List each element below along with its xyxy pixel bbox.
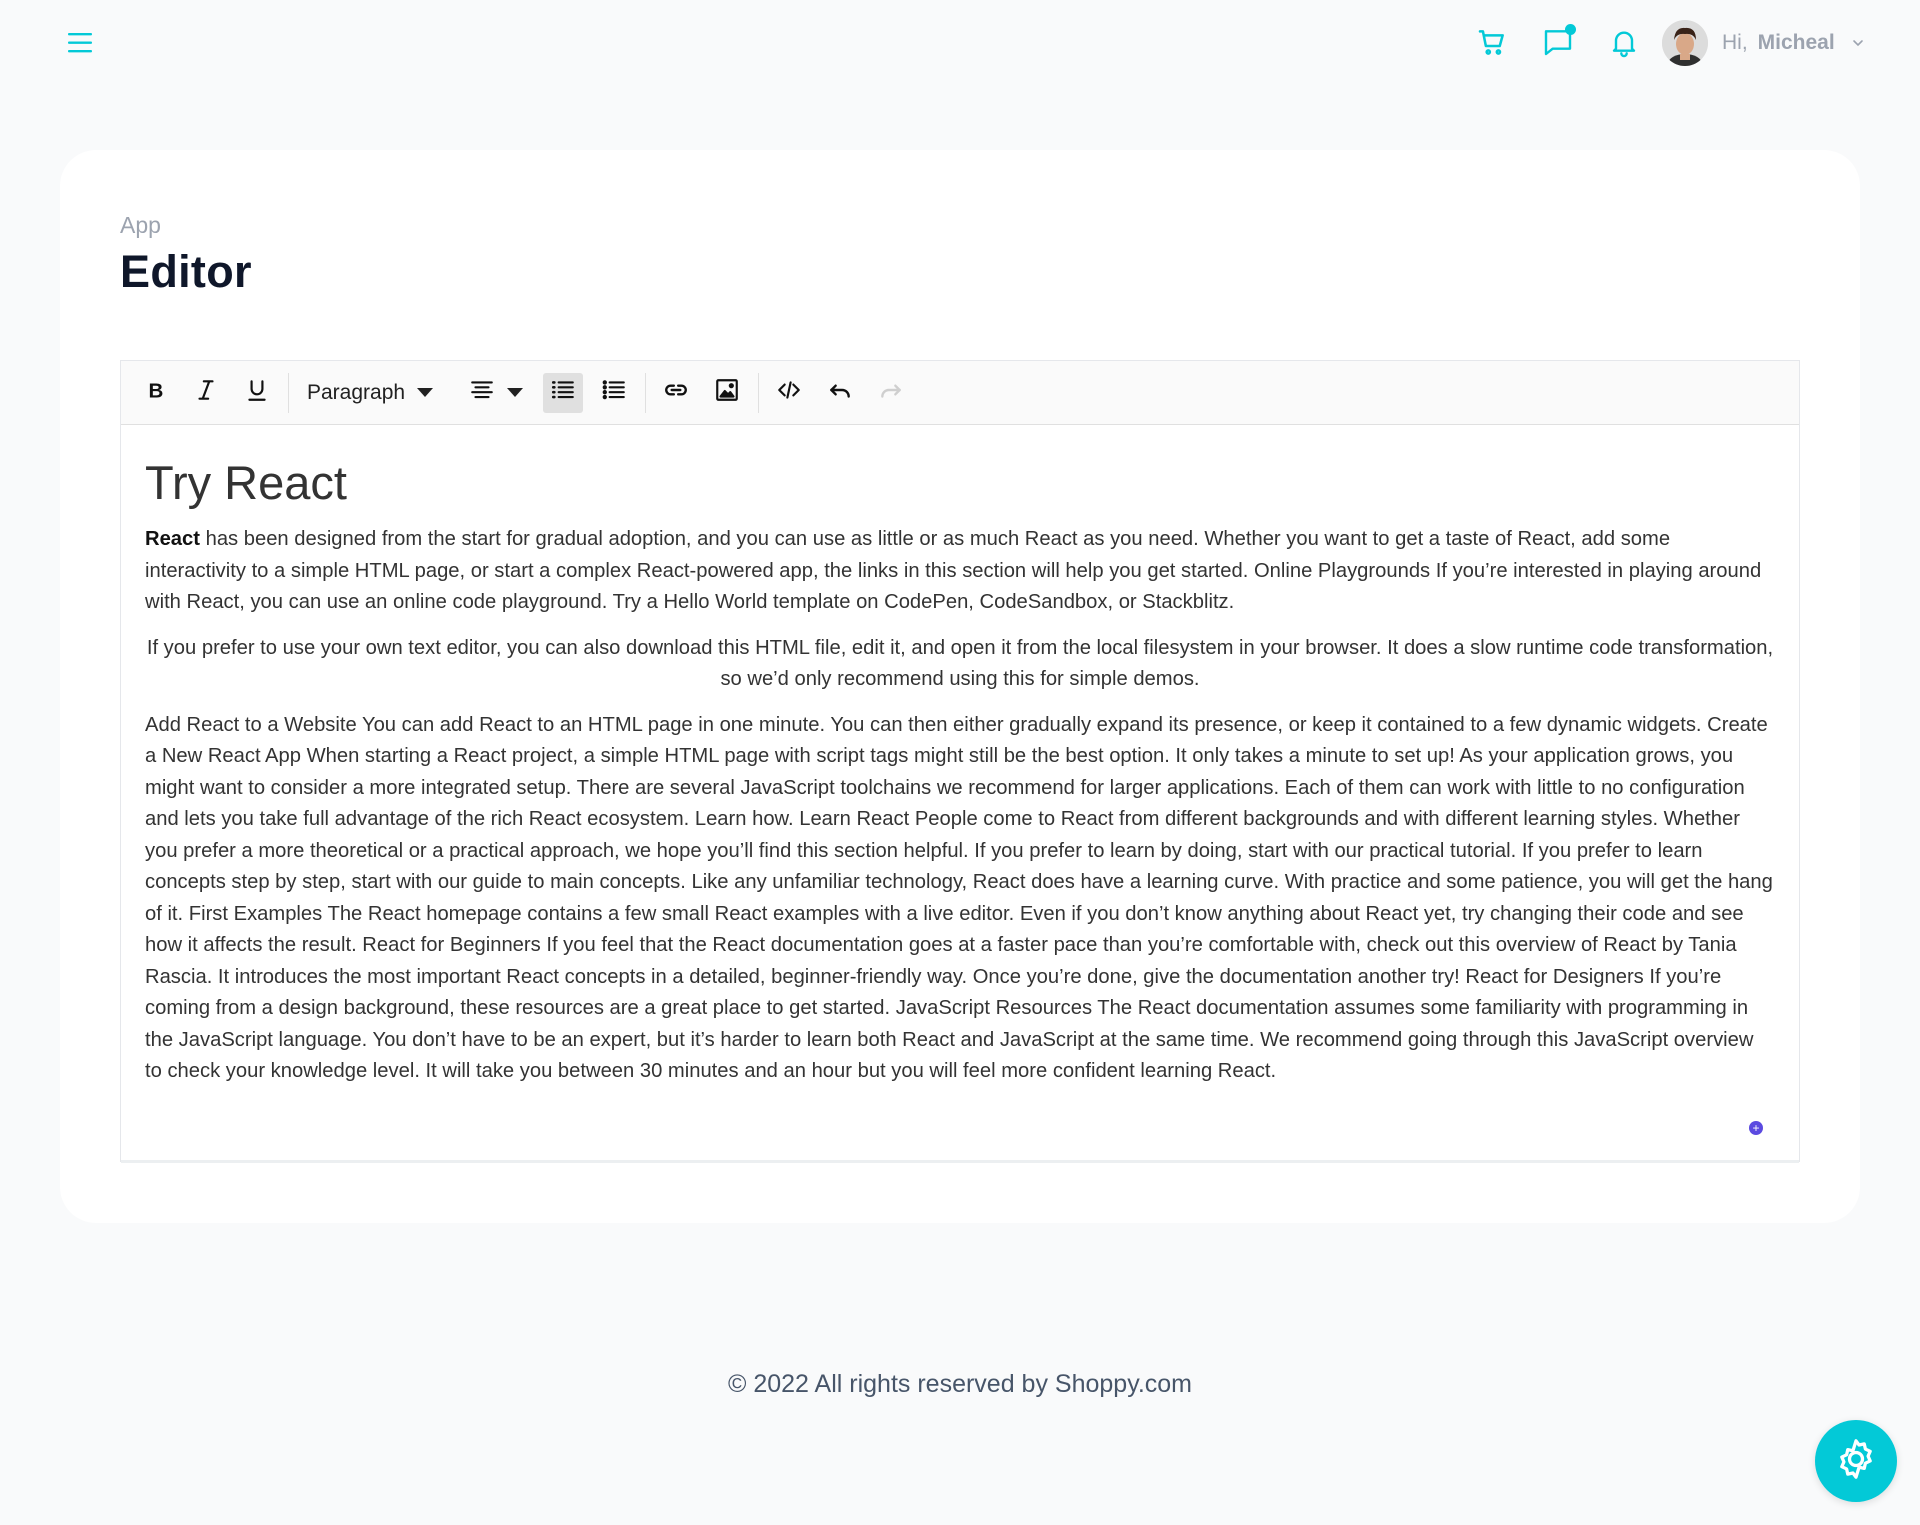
toolbar-separator (758, 372, 760, 413)
top-navbar: Hi, Micheal (0, 0, 1920, 86)
breadcrumb: App (120, 212, 161, 238)
format-select-label: Paragraph (307, 380, 406, 404)
cart-button[interactable] (1471, 23, 1513, 65)
undo-icon (827, 377, 853, 408)
insert-link-button[interactable] (656, 373, 696, 413)
document-paragraph-centered: If you prefer to use your own text edito… (146, 636, 1774, 691)
undo-button[interactable] (820, 373, 860, 413)
ordered-list-icon (550, 377, 576, 408)
ordered-list-button[interactable] (543, 372, 584, 413)
toolbar-separator (288, 372, 289, 413)
unordered-list-icon (601, 377, 627, 408)
toolbar-separator (645, 372, 647, 413)
editor-card: App Editor B Paragraph Try React React h… (60, 150, 1860, 1223)
footer-copyright: © 2022 All rights reserved by Shoppy.com (727, 1370, 1193, 1398)
svg-text:B: B (149, 380, 164, 403)
insert-image-button[interactable] (707, 373, 747, 413)
bold-icon: B (142, 377, 168, 408)
page-title: Editor (120, 246, 252, 297)
notification-button[interactable] (1603, 23, 1645, 65)
editor-toolbar: B Paragraph (121, 361, 1799, 425)
paragraph-text: has been designed from the start for gra… (145, 528, 1762, 613)
format-select[interactable]: Paragraph (299, 373, 441, 413)
rich-text-editor: B Paragraph Try React React has been des… (120, 360, 1800, 1163)
greeting-text: Hi, (1722, 31, 1748, 54)
align-icon (469, 377, 495, 408)
source-code-button[interactable] (769, 373, 809, 413)
underline-icon (244, 377, 270, 408)
italic-button[interactable] (186, 373, 226, 413)
unordered-list-button[interactable] (594, 373, 634, 413)
user-profile-menu[interactable]: Hi, Micheal (1662, 18, 1872, 68)
editor-content[interactable]: Try React React has been designed from t… (121, 425, 1799, 1088)
chat-unread-dot (1565, 24, 1576, 35)
caret-down-icon (417, 388, 434, 397)
caret-down-icon (507, 388, 524, 397)
chevron-down-icon (1851, 36, 1865, 50)
bold-button[interactable]: B (135, 373, 175, 413)
hamburger-icon (68, 32, 94, 59)
settings-button[interactable] (1815, 1420, 1897, 1502)
cart-icon (1476, 26, 1508, 63)
link-icon (663, 377, 689, 408)
italic-icon (193, 377, 219, 408)
source-code-icon (776, 377, 802, 408)
bold-text: React (145, 528, 200, 550)
bell-icon (1608, 26, 1640, 63)
redo-icon (878, 377, 904, 408)
document-heading: Try React (145, 456, 347, 509)
gear-icon (1833, 1436, 1879, 1487)
underline-button[interactable] (237, 373, 277, 413)
document-paragraph: Add React to a Website You can add React… (145, 713, 1773, 1083)
chat-button[interactable] (1537, 23, 1579, 65)
menu-button[interactable] (62, 28, 100, 62)
user-name: Micheal (1757, 31, 1835, 54)
redo-button[interactable] (871, 373, 911, 413)
image-icon (714, 377, 740, 408)
alignment-dropdown[interactable] (469, 373, 524, 413)
editor-bottom-border (121, 1160, 1799, 1163)
resize-handle-icon[interactable]: + (1749, 1121, 1763, 1135)
document-paragraph: React has been designed from the start f… (145, 524, 1775, 619)
avatar (1662, 20, 1708, 66)
